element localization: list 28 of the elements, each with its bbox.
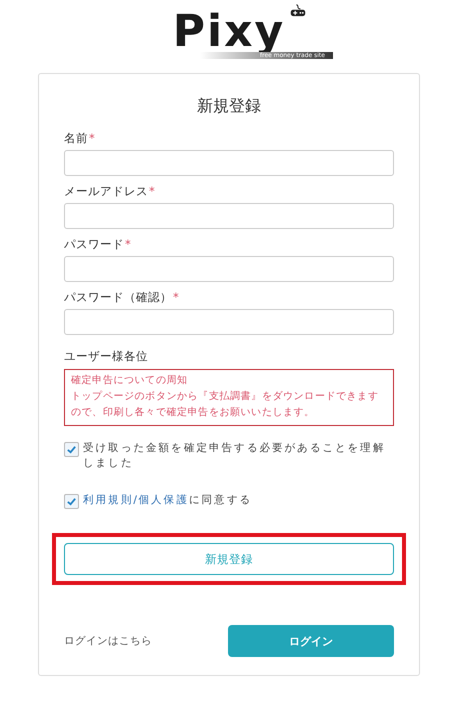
terms-link[interactable]: 利用規則/個人保護 bbox=[83, 493, 189, 508]
checkmark-icon bbox=[66, 496, 77, 507]
checkbox[interactable] bbox=[64, 442, 79, 457]
required-mark: * bbox=[89, 131, 95, 146]
notice-heading: ユーザー様各位 bbox=[64, 349, 149, 364]
required-mark: * bbox=[149, 184, 155, 199]
field-label: パスワード（確認） bbox=[64, 290, 172, 305]
field-label: メールアドレス bbox=[64, 184, 148, 199]
notice-title: 確定申告についての周知 bbox=[71, 374, 189, 388]
logo-wordmark: Pixy bbox=[172, 10, 286, 54]
gamepad-icon bbox=[290, 4, 306, 17]
input-field[interactable] bbox=[64, 203, 394, 229]
checkbox[interactable] bbox=[64, 494, 79, 509]
agreement-text: 受け取った金額を確定申告する必要があることを理解しました bbox=[83, 441, 386, 471]
checkmark-icon bbox=[66, 444, 77, 455]
required-mark: * bbox=[125, 237, 131, 252]
notice-text: トップページのボタンから『支払調書』をダウンロードできますので、印刷し各々で確定申告をお願いいたします。 bbox=[71, 390, 380, 420]
form-title: 新規登録 bbox=[196, 96, 262, 117]
login-link[interactable]: ログインはこちら bbox=[64, 634, 152, 648]
input-field[interactable] bbox=[64, 309, 394, 335]
agreement-text: に同意する bbox=[188, 493, 252, 508]
input-field[interactable] bbox=[64, 150, 394, 176]
login-button[interactable]: ログイン bbox=[228, 625, 394, 657]
register-button[interactable]: 新規登録 bbox=[64, 543, 394, 575]
field-label: 名前 bbox=[64, 131, 88, 146]
field-label: パスワード bbox=[64, 237, 124, 252]
required-mark: * bbox=[173, 290, 179, 305]
input-field[interactable] bbox=[64, 256, 394, 282]
